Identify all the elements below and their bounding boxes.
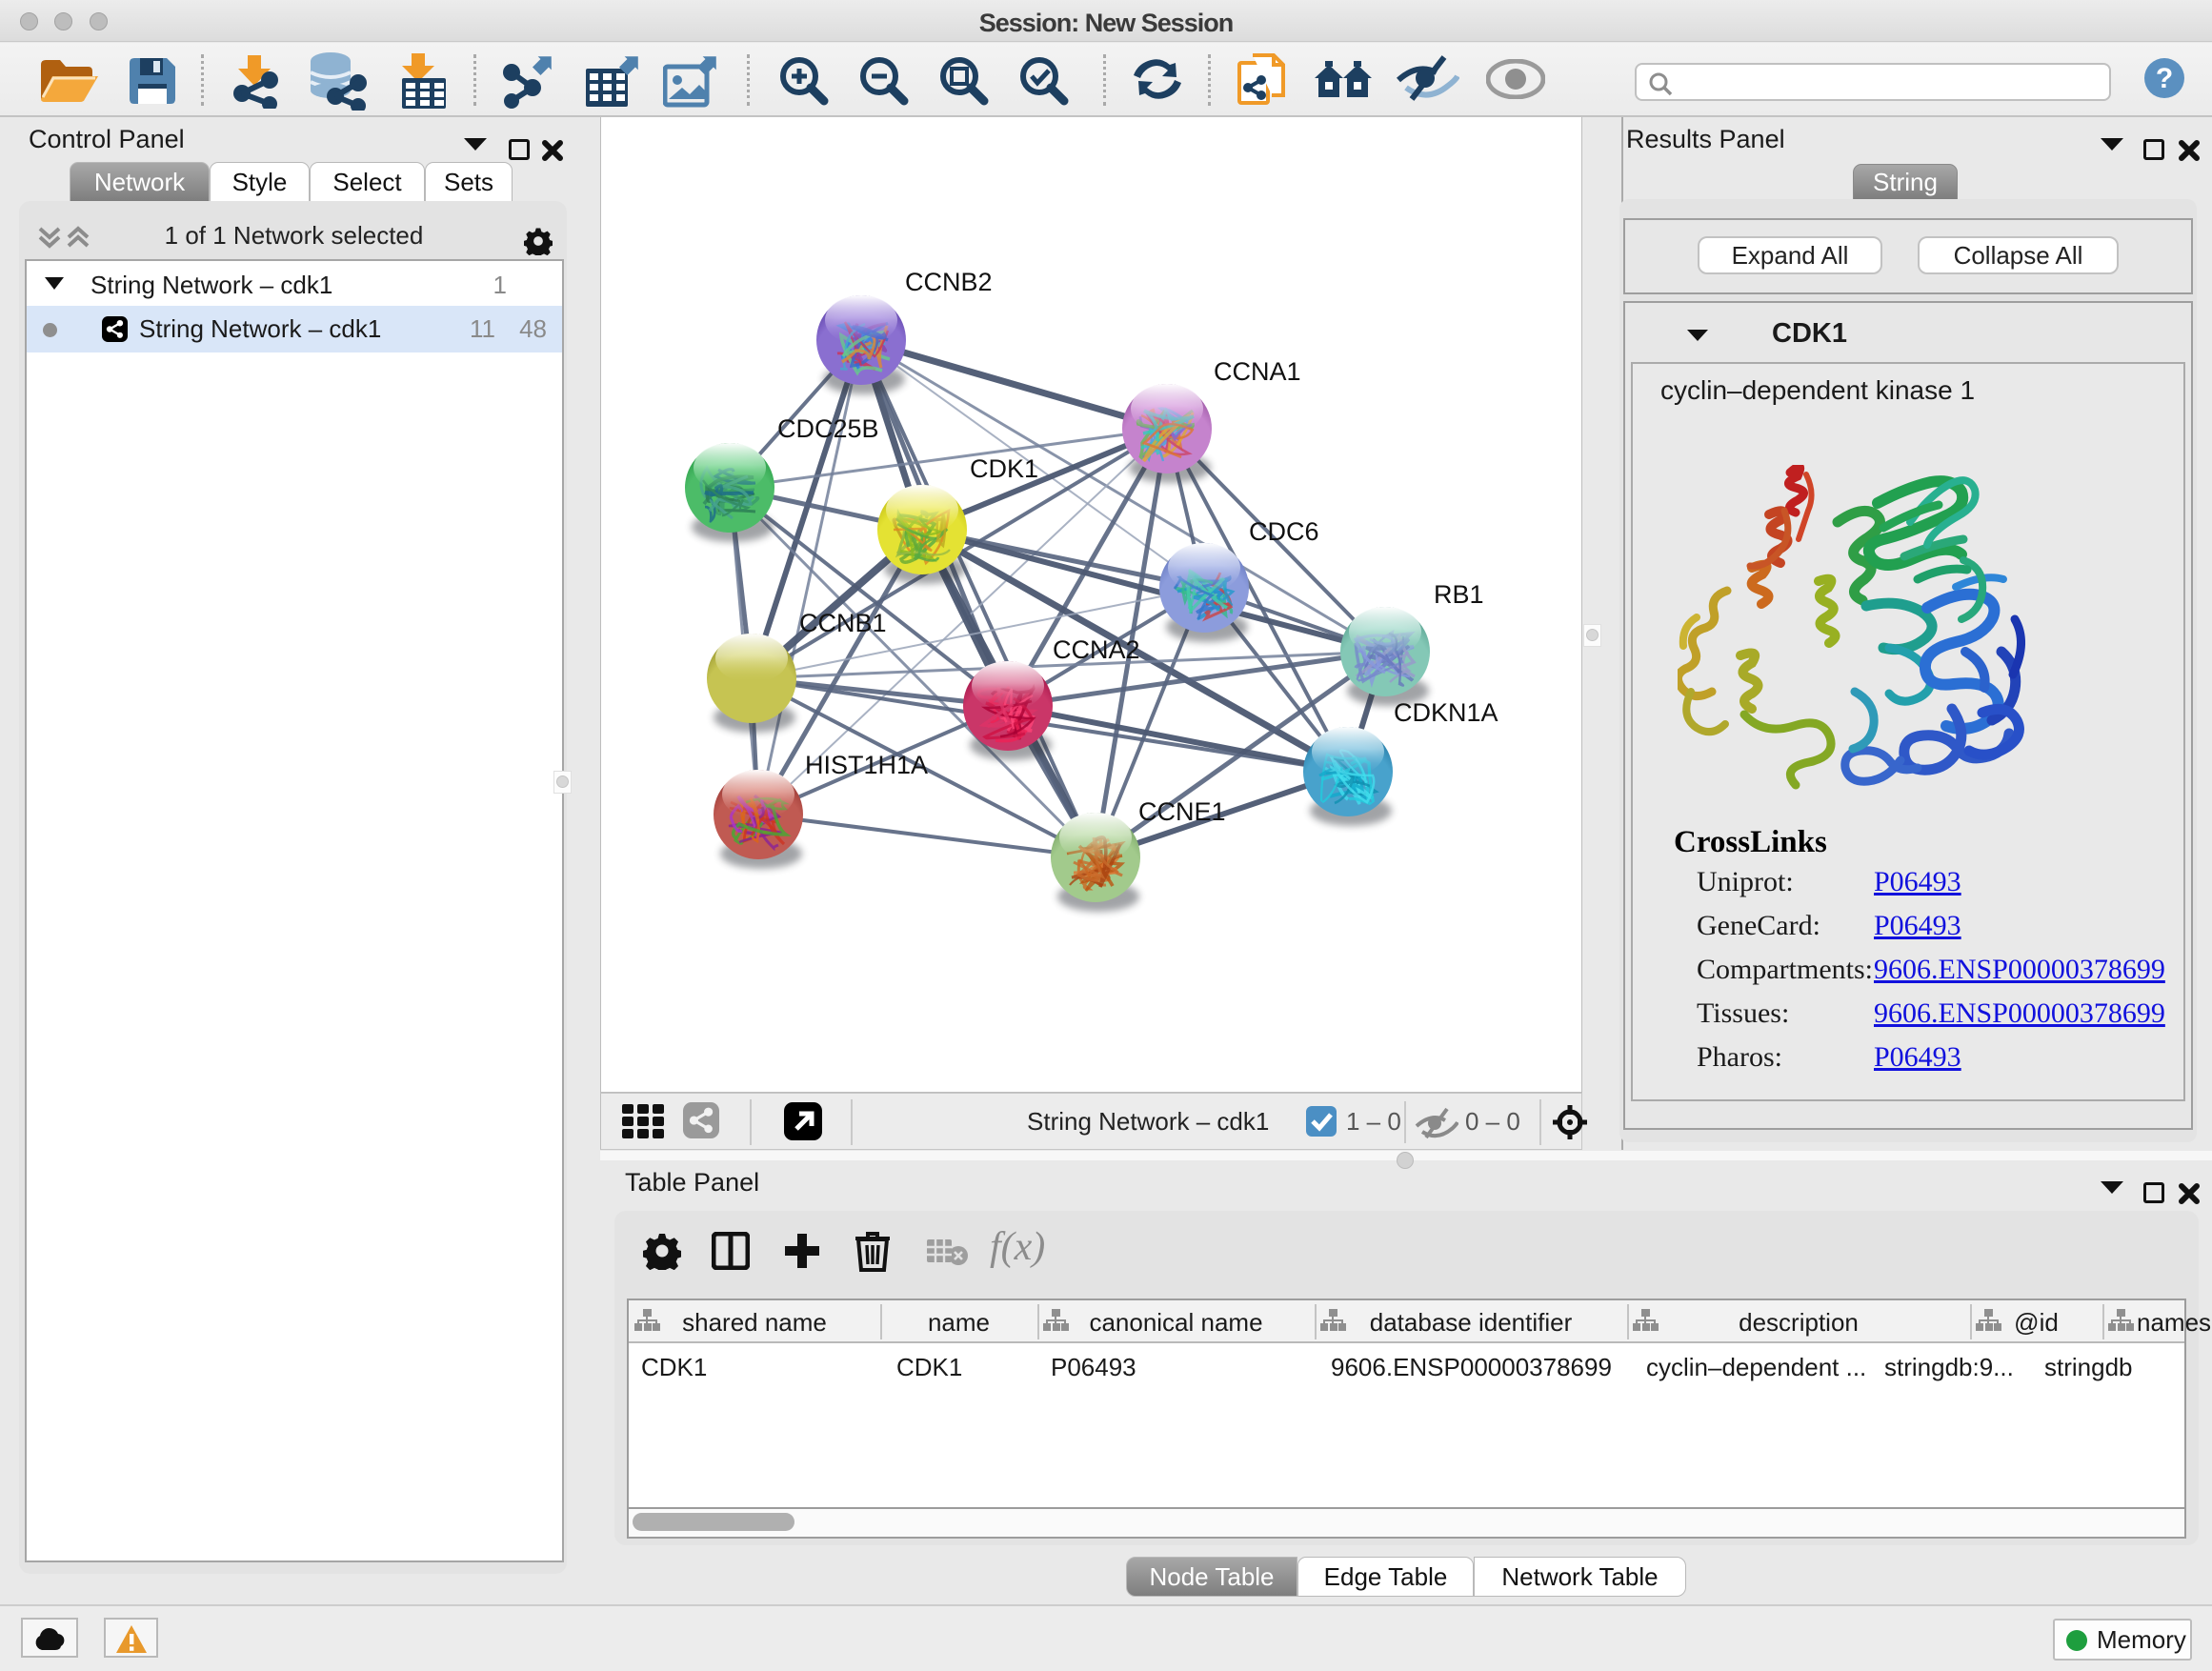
svg-text:CDK1: CDK1: [970, 454, 1038, 483]
svg-text:CCNB1: CCNB1: [799, 609, 887, 637]
svg-text:CCNA1: CCNA1: [1214, 357, 1301, 386]
svg-text:RB1: RB1: [1434, 580, 1484, 609]
svg-text:CCNB2: CCNB2: [905, 268, 993, 296]
svg-text:CDKN1A: CDKN1A: [1394, 698, 1498, 727]
svg-text:CCNE1: CCNE1: [1138, 797, 1226, 826]
svg-text:CDC6: CDC6: [1249, 517, 1319, 546]
svg-text:CCNA2: CCNA2: [1053, 635, 1140, 664]
svg-text:HIST1H1A: HIST1H1A: [805, 751, 928, 779]
svg-text:CDC25B: CDC25B: [777, 414, 879, 443]
svg-text:?: ?: [2156, 63, 2173, 94]
